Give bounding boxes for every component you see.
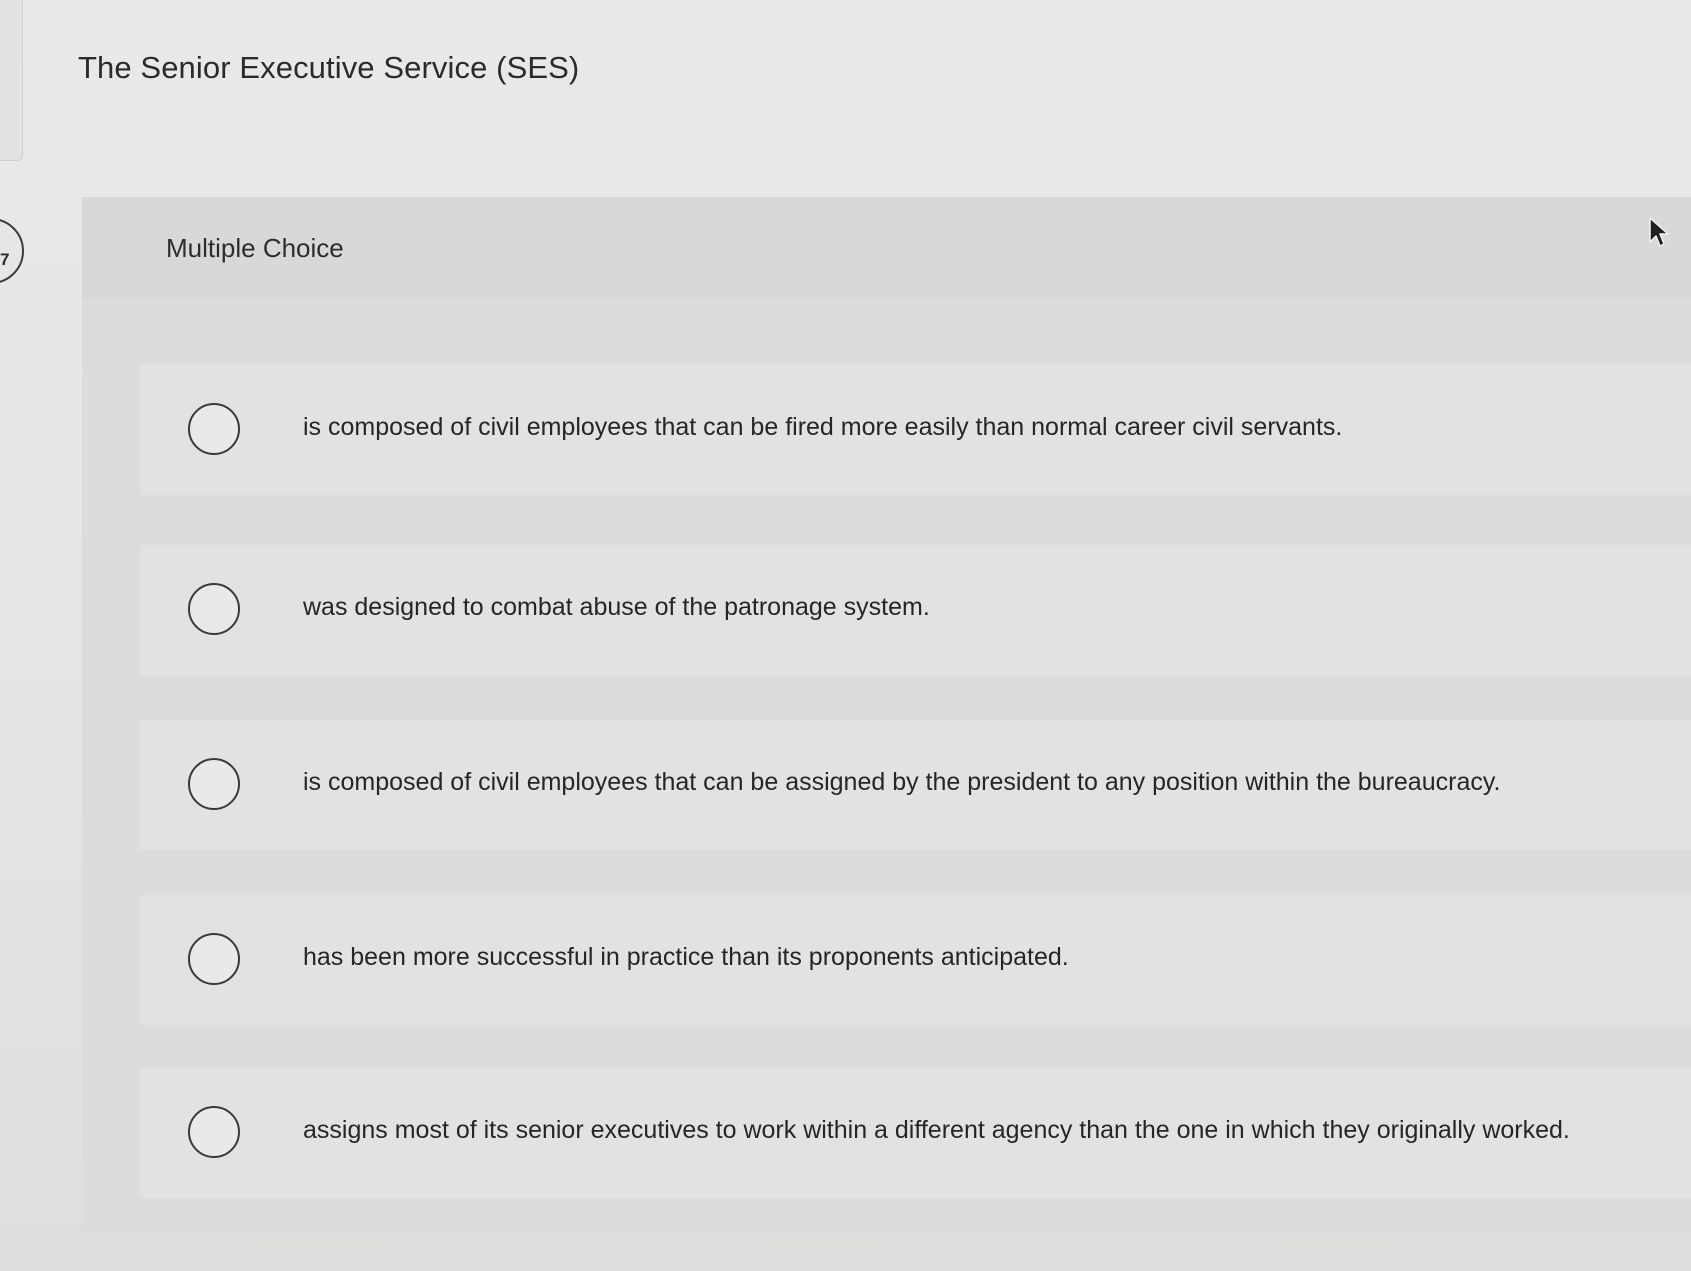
mouse-pointer-icon xyxy=(1649,217,1669,247)
question-title: The Senior Executive Service (SES) xyxy=(78,50,580,85)
answer-choice-label: is composed of civil employees that can … xyxy=(303,413,1343,441)
radio-unchecked-icon[interactable] xyxy=(188,403,240,455)
radio-unchecked-icon[interactable] xyxy=(188,1106,240,1158)
answer-choice[interactable]: is composed of civil employees that can … xyxy=(140,365,1691,495)
answer-choice-label: was designed to combat abuse of the patr… xyxy=(303,593,930,621)
answer-choice[interactable]: was designed to combat abuse of the patr… xyxy=(140,545,1691,675)
answer-choice[interactable]: has been more successful in practice tha… xyxy=(140,895,1691,1025)
left-sidebar-edge xyxy=(0,0,23,161)
question-type-label: Multiple Choice xyxy=(166,233,344,263)
answer-choice[interactable]: is composed of civil employees that can … xyxy=(140,720,1691,850)
answer-choice[interactable]: assigns most of its senior executives to… xyxy=(140,1068,1691,1198)
question-number: 7 xyxy=(0,250,10,269)
radio-unchecked-icon[interactable] xyxy=(188,583,240,635)
answer-choice-label: is composed of civil employees that can … xyxy=(303,768,1501,796)
radio-unchecked-icon[interactable] xyxy=(188,758,240,810)
answer-choice-label: assigns most of its senior executives to… xyxy=(303,1116,1570,1144)
radio-unchecked-icon[interactable] xyxy=(188,933,240,985)
card-header: Multiple Choice xyxy=(82,197,1691,299)
answer-choice-label: has been more successful in practice tha… xyxy=(303,943,1069,971)
